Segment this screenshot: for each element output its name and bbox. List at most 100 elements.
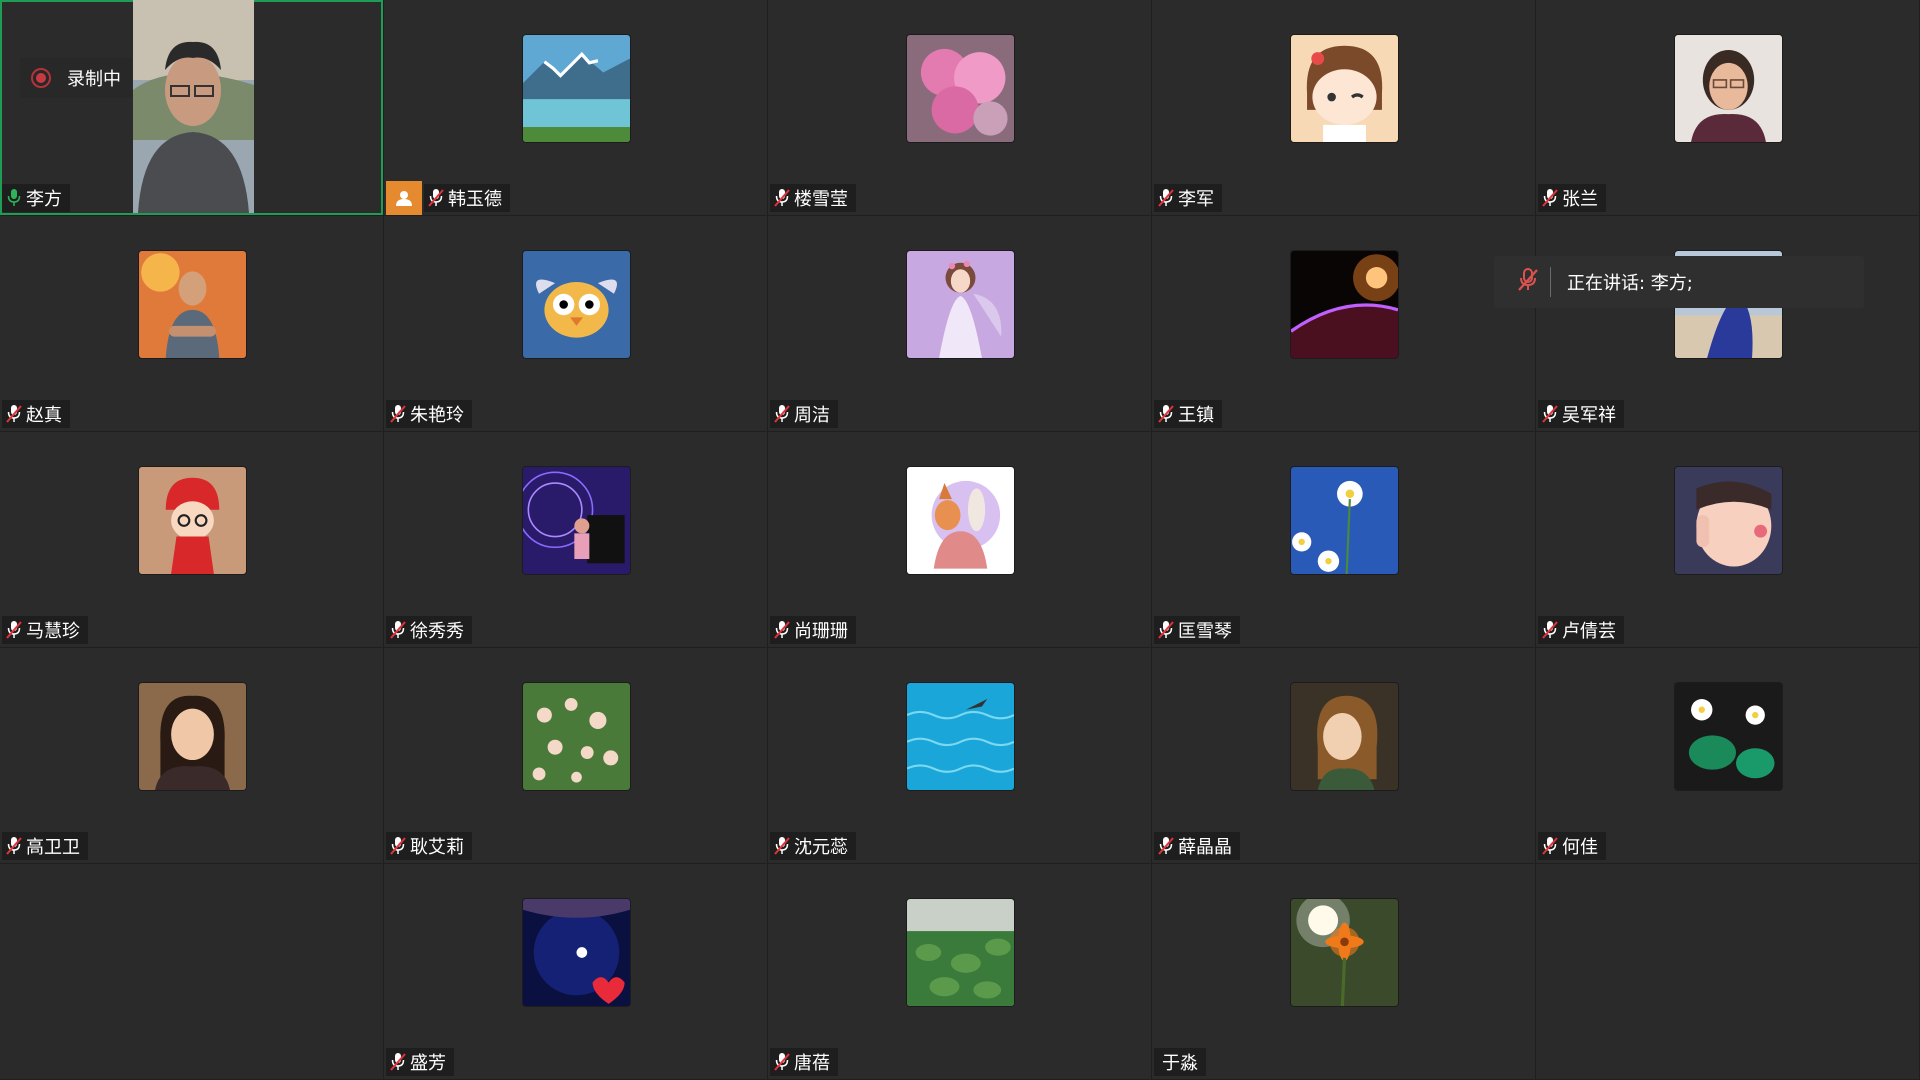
participant-name: 张兰 (1562, 189, 1598, 210)
name-bar: 周洁 (770, 400, 838, 428)
participant-name: 沈元蕊 (794, 837, 848, 858)
avatar-image (138, 683, 246, 790)
muted-mic-icon (1542, 621, 1558, 639)
participant-name: 朱艳玲 (410, 405, 464, 426)
avatar-image (1674, 35, 1782, 142)
name-bar: 赵真 (2, 400, 70, 428)
muted-mic-icon (1542, 405, 1558, 423)
muted-mic-icon (1516, 267, 1540, 297)
muted-mic-icon (774, 837, 790, 855)
name-bar: 沈元蕊 (770, 832, 856, 860)
muted-mic-icon (774, 621, 790, 639)
participant-tile[interactable]: 张兰 (1536, 0, 1919, 215)
muted-mic-icon (6, 837, 22, 855)
recording-indicator[interactable]: 录制中 (20, 58, 132, 98)
avatar-image (906, 899, 1014, 1006)
muted-mic-icon (1542, 837, 1558, 855)
name-bar: 薛晶晶 (1154, 832, 1240, 860)
participant-tile[interactable]: 何佳 (1536, 648, 1919, 863)
participant-name: 徐秀秀 (410, 621, 464, 642)
participant-name: 于淼 (1162, 1053, 1198, 1074)
avatar-image (138, 251, 246, 358)
participant-tile[interactable]: 马慧珍 (0, 432, 383, 647)
participant-tile[interactable]: 耿艾莉 (384, 648, 767, 863)
participant-tile[interactable]: 唐蓓 (768, 864, 1151, 1079)
participant-name: 盛芳 (410, 1053, 446, 1074)
mic-icon (7, 189, 21, 206)
recording-label: 录制中 (67, 69, 121, 90)
participant-name: 周洁 (794, 405, 830, 426)
participant-tile[interactable]: 卢倩芸 (1536, 432, 1919, 647)
avatar-image (906, 251, 1014, 358)
avatar-image (1674, 467, 1782, 574)
participant-tile[interactable]: 高卫卫 (0, 648, 383, 863)
avatar-image (906, 35, 1014, 142)
muted-mic-icon (428, 189, 444, 207)
name-bar: 何佳 (1538, 832, 1606, 860)
participant-tile[interactable]: 李军 (1152, 0, 1535, 215)
name-bar: 王镇 (1154, 400, 1222, 428)
participant-name: 何佳 (1562, 837, 1598, 858)
participant-name: 赵真 (26, 405, 62, 426)
name-bar: 马慧珍 (2, 616, 88, 644)
name-bar: 高卫卫 (2, 832, 88, 860)
muted-mic-icon (1158, 405, 1174, 423)
participant-tile[interactable]: 赵真 (0, 216, 383, 431)
participant-name: 李军 (1178, 189, 1214, 210)
avatar-image (1290, 251, 1398, 358)
avatar-image (522, 35, 630, 142)
participant-tile[interactable]: 吴军祥 (1536, 216, 1919, 431)
participant-tile[interactable]: 周洁 (768, 216, 1151, 431)
participant-tile[interactable]: 王镇 (1152, 216, 1535, 431)
empty-tile (0, 864, 383, 1079)
avatar-image (1290, 467, 1398, 574)
participant-grid: 录制中 李方 韩玉德 楼雪莹 李军 张兰 赵真 朱艳玲 周洁 王镇 吴军祥 马慧珍 徐秀秀 尚珊珊 匡雪琴卢… (0, 0, 1920, 1080)
participant-tile[interactable]: 于淼 (1152, 864, 1535, 1079)
muted-mic-icon (774, 1053, 790, 1071)
participant-tile[interactable]: 录制中李方 (0, 0, 383, 215)
name-bar: 卢倩芸 (1538, 616, 1624, 644)
participant-name: 吴军祥 (1562, 405, 1616, 426)
name-bar: 尚珊珊 (770, 616, 856, 644)
avatar-image (522, 683, 630, 790)
avatar-image (138, 467, 246, 574)
name-bar: 张兰 (1538, 184, 1606, 212)
name-bar: 韩玉德 (424, 184, 510, 212)
participant-tile[interactable]: 尚珊珊 (768, 432, 1151, 647)
speaking-indicator: 正在讲话: 李方; (1494, 256, 1864, 308)
name-bar: 匡雪琴 (1154, 616, 1240, 644)
avatar-image (1674, 683, 1782, 790)
record-icon (31, 68, 51, 88)
muted-mic-icon (390, 405, 406, 423)
muted-mic-icon (390, 1053, 406, 1071)
participant-tile[interactable]: 韩玉德 (384, 0, 767, 215)
muted-mic-icon (1158, 189, 1174, 207)
avatar-image (522, 251, 630, 358)
participant-name: 马慧珍 (26, 621, 80, 642)
participant-name: 唐蓓 (794, 1053, 830, 1074)
muted-mic-icon (6, 405, 22, 423)
muted-mic-icon (6, 621, 22, 639)
participant-name: 匡雪琴 (1178, 621, 1232, 642)
participant-tile[interactable]: 朱艳玲 (384, 216, 767, 431)
participant-name: 王镇 (1178, 405, 1214, 426)
name-bar: 朱艳玲 (386, 400, 472, 428)
participant-tile[interactable]: 楼雪莹 (768, 0, 1151, 215)
participant-tile[interactable]: 盛芳 (384, 864, 767, 1079)
name-bar: 耿艾莉 (386, 832, 472, 860)
name-bar: 李方 (2, 184, 70, 212)
host-user-icon (386, 181, 422, 215)
participant-name: 耿艾莉 (410, 837, 464, 858)
muted-mic-icon (390, 837, 406, 855)
avatar-image (522, 467, 630, 574)
participant-tile[interactable]: 沈元蕊 (768, 648, 1151, 863)
name-bar: 于淼 (1154, 1048, 1206, 1076)
name-bar: 盛芳 (386, 1048, 454, 1076)
avatar-image (906, 467, 1014, 574)
divider (1550, 267, 1551, 297)
name-bar: 楼雪莹 (770, 184, 856, 212)
participant-tile[interactable]: 徐秀秀 (384, 432, 767, 647)
name-bar: 唐蓓 (770, 1048, 838, 1076)
participant-tile[interactable]: 薛晶晶 (1152, 648, 1535, 863)
participant-tile[interactable]: 匡雪琴 (1152, 432, 1535, 647)
